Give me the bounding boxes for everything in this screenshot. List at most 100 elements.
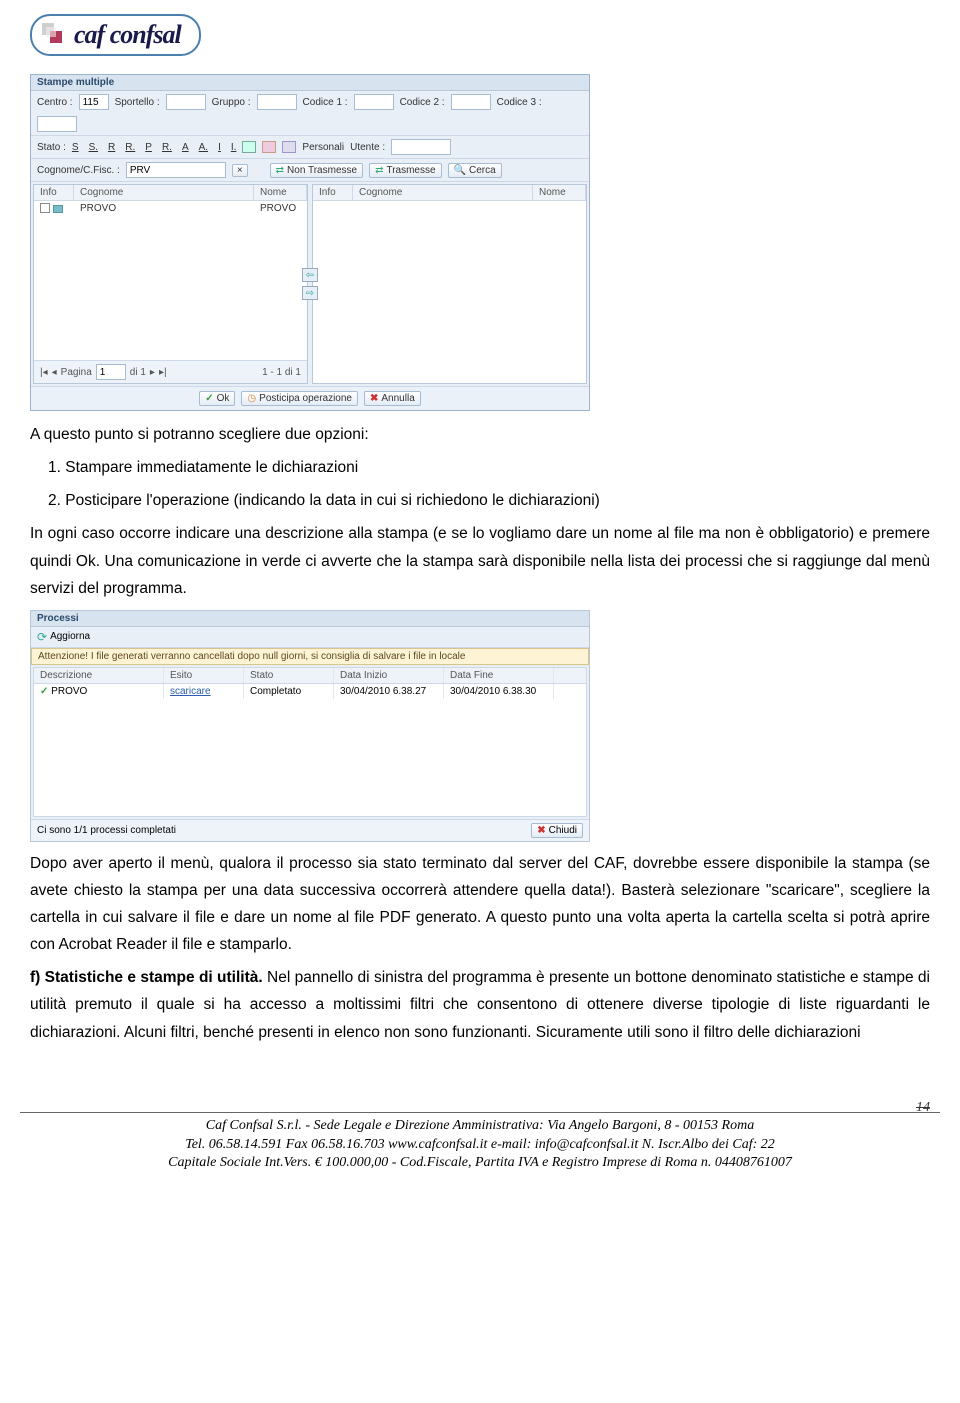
check-icon: ✓ xyxy=(40,686,48,697)
paragraph: A questo punto si potranno scegliere due… xyxy=(30,421,930,448)
paragraph: f) Statistiche e stampe di utilità. Nel … xyxy=(30,964,930,1045)
row-descrizione: ✓ PROVO xyxy=(34,684,164,699)
col-nome: Nome xyxy=(254,185,307,200)
processi-status: Ci sono 1/1 processi completati xyxy=(37,825,176,836)
right-pane: Info Cognome Nome xyxy=(312,184,587,384)
table-row[interactable]: ✓ PROVO scaricare Completato 30/04/2010 … xyxy=(34,684,586,699)
gruppo-label: Gruppo : xyxy=(212,97,251,108)
processi-footer: Ci sono 1/1 processi completati ✖ Chiudi xyxy=(31,819,589,841)
stato-letter[interactable]: R. xyxy=(125,142,135,153)
row-esito: scaricare xyxy=(164,684,244,699)
clock-icon: ◷ xyxy=(247,393,256,404)
sportello-input[interactable] xyxy=(166,94,206,110)
codice2-label: Codice 2 : xyxy=(400,97,445,108)
centro-label: Centro : xyxy=(37,97,73,108)
processi-toolbar: ⟳ Aggiorna xyxy=(31,627,589,648)
pager-page-input[interactable] xyxy=(96,364,126,380)
col-descrizione: Descrizione xyxy=(34,668,164,683)
stato-letter[interactable]: R. xyxy=(162,142,172,153)
annulla-button[interactable]: ✖ Annulla xyxy=(364,391,421,406)
move-left-button[interactable]: ⇦ xyxy=(302,268,318,282)
posticipa-button[interactable]: ◷ Posticipa operazione xyxy=(241,391,358,406)
cerca-button[interactable]: 🔍 Cerca xyxy=(448,163,502,178)
arrow-icon: ⇄ xyxy=(276,165,284,176)
pager-next-icon[interactable]: ▸ xyxy=(150,367,155,378)
pager-first-icon[interactable]: |◂ xyxy=(40,367,48,378)
row-fine: 30/04/2010 6.38.30 xyxy=(444,684,554,699)
row-cognome: PROVO xyxy=(74,202,254,217)
ok-button[interactable]: ✓ Ok xyxy=(199,391,235,406)
sportello-label: Sportello : xyxy=(115,97,160,108)
pager-last-icon[interactable]: ▸| xyxy=(159,367,167,378)
personali-label: Personali xyxy=(302,142,344,153)
aggiorna-button[interactable]: ⟳ Aggiorna xyxy=(37,630,90,644)
utente-label: Utente : xyxy=(350,142,385,153)
checkbox-icon[interactable] xyxy=(40,203,50,213)
cross-icon: ✖ xyxy=(537,825,545,836)
move-right-button[interactable]: ⇨ xyxy=(302,286,318,300)
toolbar-icon[interactable] xyxy=(282,141,296,153)
toolbar-icon[interactable] xyxy=(242,141,256,153)
pager-of: di 1 xyxy=(130,367,146,378)
non-trasmesse-button[interactable]: ⇄ Non Trasmesse xyxy=(270,163,363,178)
paragraph: In ogni caso occorre indicare una descri… xyxy=(30,520,930,601)
cognome-label: Cognome/C.Fisc. : xyxy=(37,165,120,176)
col-info: Info xyxy=(313,185,353,200)
codice3-input[interactable] xyxy=(37,116,77,132)
flag-icon xyxy=(53,205,63,213)
filter-row-3: Cognome/C.Fisc. : × ⇄ Non Trasmesse ⇄ Tr… xyxy=(31,159,589,182)
stampe-multiple-window: Stampe multiple Centro : Sportello : Gru… xyxy=(30,74,590,411)
stato-letter[interactable]: S. xyxy=(89,142,98,153)
table-row[interactable]: PROVO PROVO xyxy=(34,201,307,218)
scaricare-link[interactable]: scaricare xyxy=(170,686,211,697)
stato-letter[interactable]: S xyxy=(72,142,79,153)
clear-button[interactable]: × xyxy=(232,164,248,177)
col-cognome: Cognome xyxy=(353,185,533,200)
stato-letter[interactable]: A. xyxy=(199,142,208,153)
processi-header: Descrizione Esito Stato Data Inizio Data… xyxy=(34,668,586,684)
list-item: 2. Posticipare l'operazione (indicando l… xyxy=(30,487,930,514)
stato-letter[interactable]: I. xyxy=(231,142,237,153)
page-footer: 14 Caf Confsal S.r.l. - Sede Legale e Di… xyxy=(0,1117,960,1174)
left-pane-header: Info Cognome Nome xyxy=(34,185,307,201)
list-item: 1. Stampare immediatamente le dichiarazi… xyxy=(30,454,930,481)
codice1-input[interactable] xyxy=(354,94,394,110)
stato-letter[interactable]: P xyxy=(145,142,152,153)
utente-input[interactable] xyxy=(391,139,451,155)
left-pager: |◂ ◂ Pagina di 1 ▸ ▸| 1 - 1 di 1 xyxy=(34,360,307,383)
right-pane-header: Info Cognome Nome xyxy=(313,185,586,201)
col-stato: Stato xyxy=(244,668,334,683)
toolbar-icon[interactable] xyxy=(262,141,276,153)
stato-letter[interactable]: R xyxy=(108,142,115,153)
col-nome: Nome xyxy=(533,185,586,200)
stato-letter[interactable]: I xyxy=(218,142,221,153)
cognome-input[interactable] xyxy=(126,162,226,178)
stato-letter[interactable]: A xyxy=(182,142,189,153)
gruppo-input[interactable] xyxy=(257,94,297,110)
trasmesse-button[interactable]: ⇄ Trasmesse xyxy=(369,163,441,178)
footer-line: Capitale Sociale Int.Vers. € 100.000,00 … xyxy=(30,1154,930,1173)
row-nome: PROVO xyxy=(254,202,307,217)
chiudi-button[interactable]: ✖ Chiudi xyxy=(531,823,583,838)
processi-table: Descrizione Esito Stato Data Inizio Data… xyxy=(33,667,587,817)
cross-icon: ✖ xyxy=(370,393,378,404)
codice2-input[interactable] xyxy=(451,94,491,110)
processi-warning: Attenzione! I file generati verranno can… xyxy=(31,648,589,665)
left-pane-body: PROVO PROVO xyxy=(34,201,307,360)
left-pane: Info Cognome Nome PROVO PROVO |◂ xyxy=(33,184,308,384)
list-panes: Info Cognome Nome PROVO PROVO |◂ xyxy=(31,182,589,386)
footer-rule xyxy=(20,1112,940,1113)
footer-line: Tel. 06.58.14.591 Fax 06.58.16.703 www.c… xyxy=(30,1136,930,1155)
right-pane-body xyxy=(313,201,586,383)
pager-label: Pagina xyxy=(61,367,92,378)
pager-prev-icon[interactable]: ◂ xyxy=(52,367,57,378)
search-icon: 🔍 xyxy=(454,165,466,176)
arrow-icon: ⇄ xyxy=(375,165,383,176)
col-data-fine: Data Fine xyxy=(444,668,554,683)
bottom-buttons: ✓ Ok ◷ Posticipa operazione ✖ Annulla xyxy=(31,386,589,410)
processi-title: Processi xyxy=(31,611,589,627)
centro-input[interactable] xyxy=(79,94,109,110)
refresh-icon: ⟳ xyxy=(37,630,47,644)
window-title: Stampe multiple xyxy=(31,75,589,91)
row-info-icons xyxy=(34,202,74,217)
